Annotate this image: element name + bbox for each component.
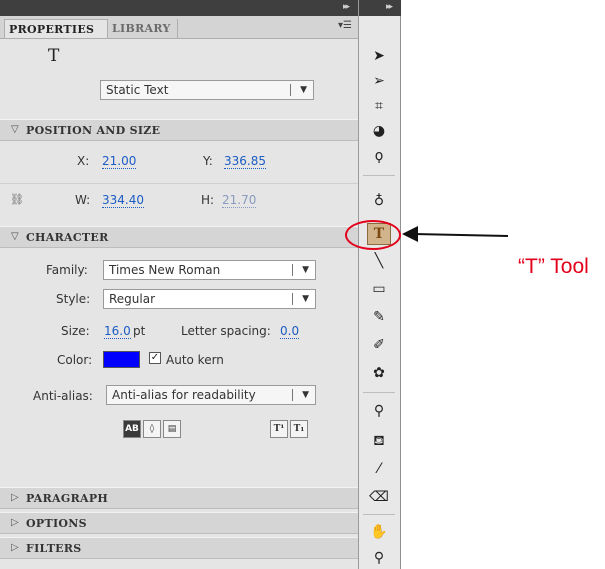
select-separator (292, 389, 293, 401)
tools-title-bar[interactable]: ▸▸ (359, 0, 401, 16)
collapsed-arrow-icon: ▷ (11, 542, 19, 553)
select-separator (292, 293, 293, 305)
chevron-down-icon: ▼ (300, 85, 307, 95)
tool-separator (363, 392, 395, 393)
free-transform-tool-icon[interactable]: ⌗ (367, 95, 391, 117)
lasso-tool-icon[interactable]: ϙ (367, 145, 391, 167)
letter-spacing-value[interactable]: 0.0 (280, 325, 300, 339)
highlight-circle (345, 220, 401, 250)
hand-tool-icon[interactable]: ✋ (367, 521, 391, 543)
tool-separator (363, 175, 395, 176)
y-label: Y: (203, 154, 213, 168)
eyedropper-tool-icon[interactable]: ⁄ (367, 458, 391, 480)
brush-tool-icon[interactable]: ✐ (367, 334, 391, 356)
panel-title-bar[interactable]: ▸▸ (0, 0, 358, 16)
family-label: Family: (46, 263, 88, 277)
panel-menu-icon[interactable]: ▾☰ (338, 20, 352, 31)
section-title: OPTIONS (26, 517, 87, 530)
text-tool-glyph: T (48, 46, 60, 66)
anti-alias-select[interactable]: Anti-alias for readability ▼ (106, 385, 316, 405)
auto-kern-checkbox[interactable]: ✓ (149, 352, 161, 364)
anti-alias-label: Anti-alias: (33, 389, 93, 403)
rectangle-tool-icon[interactable]: ▭ (367, 278, 391, 300)
subselection-tool-icon[interactable]: ➢ (367, 70, 391, 92)
tab-properties[interactable]: PROPERTIES (4, 19, 108, 38)
collapsed-arrow-icon: ▷ (11, 517, 19, 528)
style-value: Regular (109, 292, 156, 306)
lock-proportions-icon[interactable]: ⛓ (10, 193, 24, 206)
size-value[interactable]: 16.0 (104, 325, 131, 339)
pencil-tool-icon[interactable]: ✎ (367, 306, 391, 328)
letter-spacing-label: Letter spacing: (181, 324, 271, 338)
tools-panel: ▸▸ ➤ ➢ ⌗ ◕ ϙ ♁ T ╲ ▭ ✎ ✐ ✿ ⚲ ⛾ ⁄ ⌫ ✋ ⚲ (359, 0, 401, 569)
expanded-arrow-icon: ▽ (11, 231, 19, 242)
x-label: X: (77, 154, 90, 168)
x-value[interactable]: 21.00 (102, 155, 137, 169)
section-title: PARAGRAPH (26, 492, 109, 505)
section-title: CHARACTER (26, 231, 109, 244)
render-as-html-button[interactable]: ◊ (143, 420, 161, 438)
collapsed-arrow-icon: ▷ (11, 492, 19, 503)
line-tool-icon[interactable]: ╲ (367, 250, 391, 272)
deco-tool-icon[interactable]: ✿ (367, 362, 391, 384)
family-select[interactable]: Times New Roman ▼ (103, 260, 316, 280)
w-value[interactable]: 334.40 (102, 194, 144, 208)
select-separator (292, 264, 293, 276)
bone-tool-icon[interactable]: ⚲ (367, 400, 391, 422)
chevron-down-icon: ▼ (302, 390, 309, 400)
3d-rotation-tool-icon[interactable]: ◕ (367, 120, 391, 142)
section-title: POSITION AND SIZE (26, 124, 161, 137)
size-unit: pt (133, 324, 146, 338)
properties-panel: ▸▸ PROPERTIES LIBRARY ▾☰ T Static Text ▼… (0, 0, 359, 569)
panel-tabs: PROPERTIES LIBRARY ▾☰ (0, 16, 358, 39)
subscript-button[interactable]: T₁ (290, 420, 308, 438)
style-select[interactable]: Regular ▼ (103, 289, 316, 309)
collapse-icon[interactable]: ▸▸ (343, 2, 350, 12)
section-title: FILTERS (26, 542, 82, 555)
divider (0, 183, 358, 184)
zoom-tool-icon[interactable]: ⚲ (367, 547, 391, 569)
w-label: W: (75, 193, 91, 207)
selectable-text-button[interactable]: AB (123, 420, 141, 438)
text-color-swatch[interactable] (103, 351, 140, 368)
pen-tool-icon[interactable]: ♁ (367, 190, 391, 212)
h-label: H: (201, 193, 215, 207)
text-type-select[interactable]: Static Text ▼ (100, 80, 314, 100)
section-paragraph[interactable]: ▷ PARAGRAPH (0, 487, 358, 509)
auto-kern-label: Auto kern (166, 353, 224, 367)
chevron-down-icon: ▼ (302, 265, 309, 275)
section-position-and-size[interactable]: ▽ POSITION AND SIZE (0, 119, 358, 141)
paint-bucket-tool-icon[interactable]: ⛾ (367, 430, 391, 452)
selection-tool-icon[interactable]: ➤ (367, 45, 391, 67)
tab-library[interactable]: LIBRARY (108, 19, 178, 38)
section-character[interactable]: ▽ CHARACTER (0, 226, 358, 248)
style-label: Style: (56, 292, 91, 306)
tool-separator (363, 514, 395, 515)
eraser-tool-icon[interactable]: ⌫ (367, 486, 391, 508)
show-border-button[interactable]: ▤ (163, 420, 181, 438)
section-options[interactable]: ▷ OPTIONS (0, 512, 358, 534)
section-filters[interactable]: ▷ FILTERS (0, 537, 358, 559)
select-separator (290, 84, 291, 96)
family-value: Times New Roman (109, 263, 221, 277)
anti-alias-value: Anti-alias for readability (112, 388, 256, 402)
y-value[interactable]: 336.85 (224, 155, 266, 169)
text-type-value: Static Text (106, 83, 169, 97)
color-label: Color: (57, 353, 93, 367)
expanded-arrow-icon: ▽ (11, 124, 19, 135)
annotation-arrow-icon (402, 226, 509, 242)
chevron-down-icon: ▼ (302, 294, 309, 304)
h-value[interactable]: 21.70 (222, 194, 257, 208)
size-label: Size: (61, 324, 90, 338)
superscript-button[interactable]: T¹ (270, 420, 288, 438)
annotation-label: “T” Tool (518, 255, 589, 278)
collapse-icon[interactable]: ▸▸ (386, 2, 393, 12)
